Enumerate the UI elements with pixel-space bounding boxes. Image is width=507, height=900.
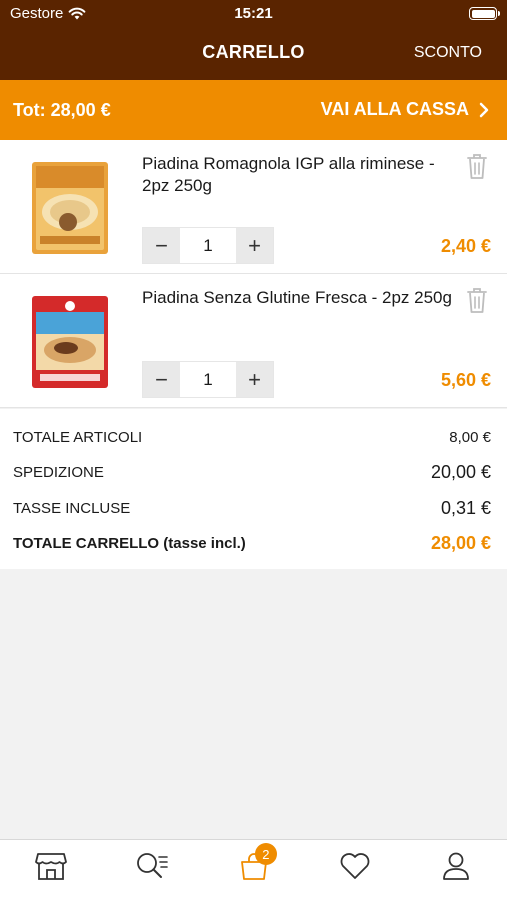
grand-total-value: 28,00 € [430,533,491,553]
totals-summary: TOTALE ARTICOLI 8,00 € SPEDIZIONE 20,00 … [0,409,507,569]
quantity-stepper: − 1 + [142,227,274,264]
total-items-value: 8,00 € [449,429,491,446]
product-image [32,162,108,254]
tab-account[interactable] [406,840,507,900]
battery-icon [469,7,500,20]
clock: 15:21 [234,5,273,22]
quantity-stepper: − 1 + [142,361,274,398]
tab-shop[interactable] [0,840,101,900]
search-list-icon [137,853,168,878]
taxes-row: TASSE INCLUSE 0,31 € [13,498,491,519]
trash-icon[interactable] [465,286,489,314]
increase-button[interactable]: + [236,228,273,263]
checkout-button[interactable]: VAI ALLA CASSA [321,99,489,120]
total-items-row: TOTALE ARTICOLI 8,00 € [13,429,491,446]
shipping-value: 20,00 € [430,462,491,482]
trash-icon[interactable] [465,152,489,180]
checkout-button-label: VAI ALLA CASSA [320,99,469,119]
cart-badge: 2 [254,843,277,865]
product-image [32,296,108,388]
checkout-bar: Tot: 28,00 € VAI ALLA CASSA [0,80,507,140]
quantity-value[interactable]: 1 [180,228,236,263]
discount-button[interactable]: SCONTO [414,44,482,62]
status-bar: Gestore 15:21 [0,0,507,28]
shipping-label: SPEDIZIONE [13,464,104,481]
cart-item: Piadina Romagnola IGP alla riminese - 2p… [0,140,507,274]
item-price: 2,40 € [440,236,491,256]
taxes-label: TASSE INCLUSE [13,500,131,517]
grand-total-row: TOTALE CARRELLO (tasse incl.) 28,00 € [13,533,491,554]
product-name[interactable]: Piadina Senza Glutine Fresca - 2pz 250g [142,287,452,309]
cart-items: Piadina Romagnola IGP alla riminese - 2p… [0,140,507,408]
product-name[interactable]: Piadina Romagnola IGP alla riminese - 2p… [142,153,452,197]
heart-icon [340,853,370,879]
quantity-value[interactable]: 1 [180,362,236,397]
user-icon [443,852,470,880]
item-price: 5,60 € [440,370,491,390]
chevron-right-icon [479,102,489,117]
tab-bar: 2 [0,839,507,900]
grand-total-label: TOTALE CARRELLO (tasse incl.) [13,535,246,552]
tab-search[interactable] [101,840,202,900]
total-items-label: TOTALE ARTICOLI [13,429,143,446]
decrease-button[interactable]: − [143,362,180,397]
shipping-row: SPEDIZIONE 20,00 € [13,462,491,483]
tab-cart[interactable]: 2 [203,840,304,900]
tab-wishlist[interactable] [304,840,405,900]
cart-total: Tot: 28,00 € [13,100,111,120]
increase-button[interactable]: + [236,362,273,397]
taxes-value: 0,31 € [440,498,491,518]
shop-icon [34,853,67,880]
top-bar: Gestore 15:21 CARRELLO SCONTO [0,0,507,80]
cart-item: Piadina Senza Glutine Fresca - 2pz 250g … [0,274,507,408]
decrease-button[interactable]: − [143,228,180,263]
